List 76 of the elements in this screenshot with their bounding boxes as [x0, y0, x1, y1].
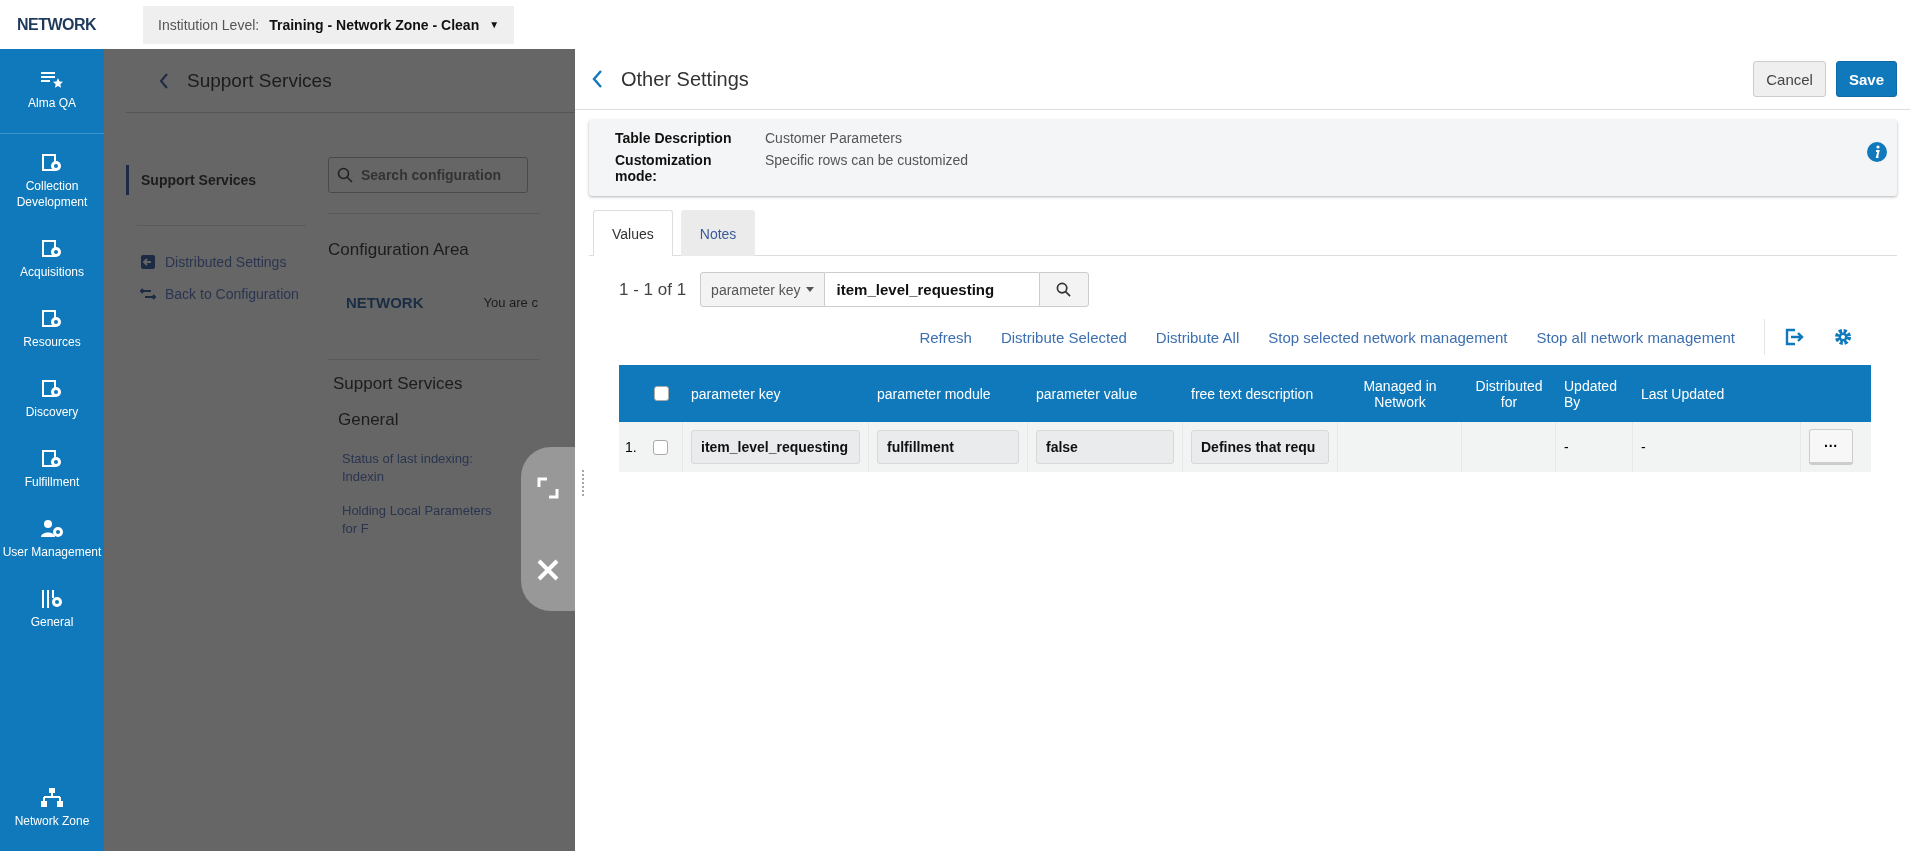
table-cell: -: [1641, 439, 1646, 455]
sidebar-item[interactable]: Network Zone: [0, 781, 104, 851]
table-cell-field[interactable]: fulfillment: [877, 430, 1019, 464]
settings-icon[interactable]: [1833, 327, 1853, 347]
table-cell-field[interactable]: Defines that requ: [1191, 430, 1329, 464]
info-icon[interactable]: [1867, 142, 1887, 162]
table-cell: -: [1564, 439, 1569, 455]
network-text: You are c: [483, 295, 538, 310]
row-number: 1.: [625, 439, 637, 455]
nav-item[interactable]: Support Services: [126, 165, 318, 195]
network-logo: NETWORK: [16, 15, 98, 34]
sliders-gear-icon: [40, 589, 64, 609]
column-header[interactable]: free text description: [1191, 385, 1314, 402]
column-header[interactable]: Distributed for: [1470, 377, 1548, 410]
document-gear-icon: [40, 309, 64, 329]
sidebar-item[interactable]: General: [0, 582, 104, 652]
row-menu-button[interactable]: ···: [1809, 429, 1853, 465]
institution-dropdown[interactable]: Institution Level: Training - Network Zone - Clean ▼: [143, 5, 515, 44]
drag-handle-icon[interactable]: [581, 469, 585, 497]
action-link[interactable]: Distribute Selected: [1000, 328, 1127, 346]
action-link[interactable]: Distribute All: [1155, 328, 1240, 346]
filter-dropdown[interactable]: parameter key: [700, 272, 825, 307]
hierarchy-icon: [40, 788, 64, 808]
close-icon[interactable]: [536, 558, 560, 582]
sidebar-item[interactable]: Collection Development: [0, 146, 104, 232]
info-value: Specific rows can be customized: [765, 152, 969, 170]
back-chevron-icon[interactable]: [591, 69, 603, 89]
action-link[interactable]: Refresh: [919, 328, 972, 346]
sidebar-item[interactable]: Alma QA: [0, 63, 104, 133]
sidebar-item[interactable]: Acquisitions: [0, 232, 104, 302]
panel-title: Other Settings: [621, 67, 749, 91]
caret-icon: [805, 287, 814, 292]
save-button[interactable]: Save: [1835, 61, 1897, 97]
user-gear-icon: [40, 519, 64, 539]
column-header[interactable]: parameter value: [1036, 385, 1138, 402]
list-star-icon: [40, 70, 64, 90]
search-icon: [1056, 282, 1072, 297]
column-header[interactable]: parameter key: [691, 385, 781, 402]
back-chevron-icon[interactable]: [159, 72, 169, 89]
info-value: Customer Parameters: [765, 130, 903, 146]
table-cell-field[interactable]: false: [1036, 430, 1174, 464]
column-header[interactable]: Last Updated: [1641, 385, 1725, 402]
sidebar-item[interactable]: Discovery: [0, 372, 104, 442]
document-gear-icon: [40, 153, 64, 173]
document-gear-icon: [40, 239, 64, 259]
info-label: Customization mode:: [615, 152, 713, 184]
action-link[interactable]: Stop selected network management: [1268, 328, 1508, 346]
tab[interactable]: Values: [593, 210, 673, 256]
subgroup-title: General: [338, 410, 400, 430]
group-title: Support Services: [333, 374, 464, 394]
select-all-checkbox[interactable]: [654, 386, 669, 401]
action-link[interactable]: Stop all network management: [1536, 328, 1735, 346]
document-gear-icon: [40, 449, 64, 469]
export-icon[interactable]: [1784, 327, 1804, 347]
column-header[interactable]: Updated By: [1564, 377, 1625, 410]
row-checkbox[interactable]: [653, 439, 668, 455]
page-title: Support Services: [187, 69, 332, 92]
info-label: Table Description: [615, 130, 733, 146]
search-button[interactable]: [1038, 272, 1089, 307]
table-cell-field[interactable]: item_level_requesting: [691, 430, 860, 464]
search-field[interactable]: item_level_requesting: [824, 272, 1039, 307]
document-gear-icon: [40, 379, 64, 399]
column-header[interactable]: parameter module: [877, 385, 991, 402]
sidebar-item[interactable]: Resources: [0, 302, 104, 372]
column-header[interactable]: Managed in Network: [1346, 377, 1454, 410]
sign-in-icon: [140, 254, 156, 270]
swap-arrows-icon: [140, 286, 156, 302]
result-count: 1 - 1 of 1: [619, 279, 687, 300]
search-icon: [337, 167, 353, 183]
sidebar-item[interactable]: Fulfillment: [0, 442, 104, 512]
section-title: Configuration Area: [328, 240, 470, 260]
cancel-button[interactable]: Cancel: [1753, 61, 1826, 97]
sidebar-item[interactable]: User Management: [0, 512, 104, 582]
tab[interactable]: Notes: [680, 210, 756, 256]
network-logo: NETWORK: [346, 294, 424, 311]
expand-icon[interactable]: [536, 476, 560, 500]
